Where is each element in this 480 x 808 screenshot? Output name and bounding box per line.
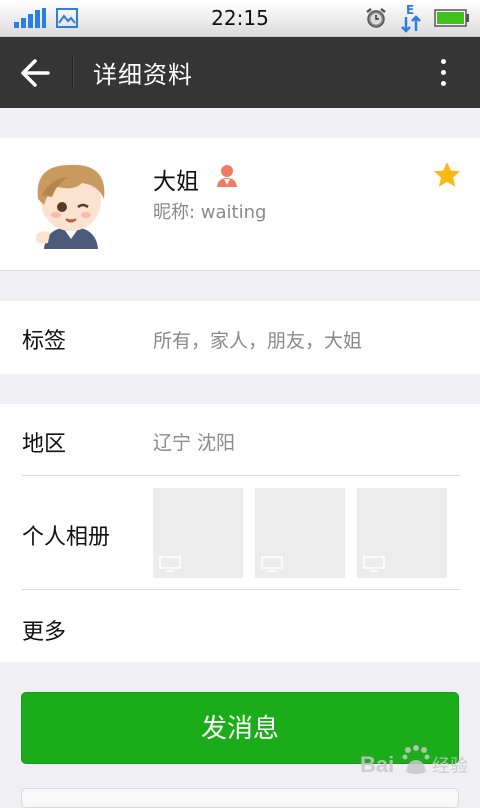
data-icon: E	[401, 3, 421, 33]
status-bar: 22:15 E	[0, 0, 480, 37]
tags-value: 所有，家人，朋友，大姐	[153, 330, 363, 352]
header-divider	[72, 55, 74, 89]
more-row[interactable]: 更多	[0, 590, 480, 662]
photo-placeholder-icon	[363, 556, 385, 572]
baidu-watermark-logo: Bai 经验	[360, 745, 468, 777]
photo-placeholder-icon	[261, 556, 283, 572]
details-card: 地区 辽宁 沈阳 个人相册 更多	[0, 404, 480, 662]
region-row[interactable]: 地区 辽宁 沈阳	[0, 404, 480, 475]
region-label: 地区	[22, 432, 67, 457]
more-vertical-icon[interactable]	[428, 53, 458, 93]
battery-icon	[434, 9, 469, 27]
secondary-button[interactable]	[21, 788, 459, 808]
profile-card[interactable]: 大姐 昵称: waiting	[0, 138, 480, 271]
album-thumbnail[interactable]	[357, 488, 447, 578]
contact-name: 大姐	[153, 169, 199, 195]
tags-row[interactable]: 标签 所有，家人，朋友，大姐	[0, 301, 480, 374]
album-thumbnail[interactable]	[153, 488, 243, 578]
title-bar: 详细资料	[0, 37, 480, 108]
female-contact-icon	[217, 165, 237, 187]
more-label: 更多	[22, 620, 67, 645]
album-thumbnail[interactable]	[255, 488, 345, 578]
avatar[interactable]	[22, 155, 120, 253]
page-title: 详细资料	[93, 61, 193, 89]
region-value: 辽宁 沈阳	[153, 432, 236, 454]
star-icon[interactable]	[432, 160, 462, 190]
back-arrow-icon[interactable]	[14, 53, 58, 93]
contact-nickname: 昵称: waiting	[153, 202, 267, 223]
tags-label: 标签	[22, 329, 67, 354]
svg-text:E: E	[406, 3, 414, 17]
album-label: 个人相册	[22, 525, 111, 550]
svg-text:经验: 经验	[432, 756, 468, 777]
svg-text:Bai: Bai	[360, 752, 394, 777]
alarm-icon	[366, 8, 386, 28]
photo-placeholder-icon	[159, 556, 181, 572]
